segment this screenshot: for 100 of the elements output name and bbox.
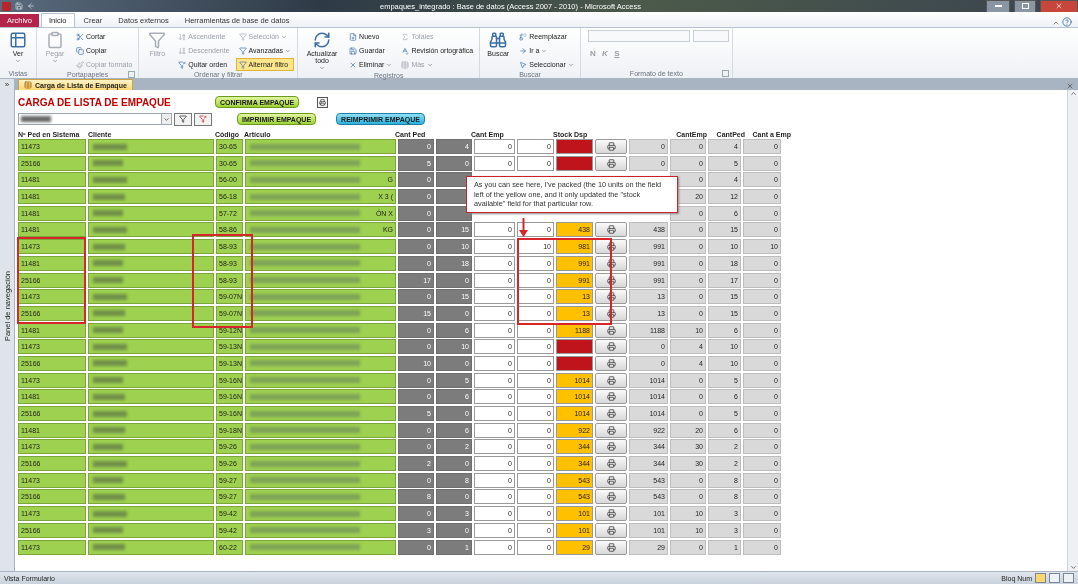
funnel-cross-icon (199, 115, 207, 123)
row-action-button[interactable] (595, 372, 627, 388)
blurred-text (93, 260, 123, 267)
blurred-text (93, 193, 125, 200)
design-view-icon[interactable] (1063, 573, 1074, 583)
printer-icon (606, 358, 616, 368)
printer-icon (606, 258, 616, 268)
printer-icon (606, 342, 616, 352)
blurred-text (93, 410, 127, 417)
printer-icon (606, 375, 616, 385)
printer-icon (606, 509, 616, 519)
row-action-button[interactable] (595, 139, 627, 154)
printer-icon (606, 475, 616, 485)
printer-icon (606, 442, 616, 452)
blurred-text (93, 477, 123, 484)
printer-icon (606, 142, 616, 151)
caret-icon (541, 47, 548, 54)
collapse-ribbon-icon[interactable] (1052, 19, 1060, 27)
funnel-icon (148, 31, 167, 49)
blurred-text (93, 377, 123, 384)
row-action-button[interactable] (595, 339, 627, 355)
row-action-button[interactable] (595, 355, 627, 371)
minimize-button[interactable] (986, 0, 1010, 13)
caret-icon (567, 61, 574, 68)
row-action-button[interactable] (595, 305, 627, 321)
help-icon[interactable] (1062, 17, 1072, 27)
maximize-button[interactable] (1014, 0, 1036, 13)
sigma-icon (401, 32, 410, 41)
row-action-button[interactable] (595, 255, 627, 271)
printer-icon (606, 308, 616, 318)
row-action-button[interactable] (595, 472, 627, 488)
blurred-text (93, 343, 127, 350)
scroll-down-icon[interactable] (1069, 564, 1077, 571)
row-action-button[interactable] (595, 272, 627, 288)
scroll-up-icon[interactable] (1069, 90, 1077, 97)
printer-icon (319, 98, 327, 106)
callout-arrow (519, 218, 528, 237)
blurred-text (93, 293, 127, 300)
row-action-button[interactable] (595, 522, 627, 538)
caret-icon (426, 61, 433, 68)
row-action-button[interactable] (595, 389, 627, 405)
expand-pane-button[interactable]: » (0, 79, 14, 90)
datasheet-view-icon[interactable] (1049, 573, 1060, 583)
binoculars-icon (489, 31, 508, 49)
filter-button[interactable] (174, 112, 192, 126)
clipboard-icon (46, 31, 64, 49)
refresh-icon (313, 31, 332, 49)
row-action-button[interactable] (595, 322, 627, 338)
row-action-button[interactable] (595, 406, 627, 421)
filter-combo-box[interactable] (18, 113, 172, 125)
arrow-right-icon (519, 46, 528, 55)
undo-icon[interactable] (27, 2, 35, 10)
caret-icon (386, 61, 393, 68)
funnel-cross-icon (178, 60, 187, 69)
row-action-button[interactable] (595, 289, 627, 305)
row-action-button[interactable] (595, 439, 627, 455)
row-action-button[interactable] (595, 489, 627, 505)
row-action-button[interactable] (595, 222, 627, 238)
clear-filter-button[interactable] (194, 112, 212, 126)
printer-icon (606, 225, 616, 235)
save-icon[interactable] (15, 2, 23, 10)
row-action-button[interactable] (595, 539, 627, 555)
close-button[interactable] (1040, 0, 1078, 13)
form-button[interactable] (317, 96, 329, 108)
font-name-field[interactable] (587, 30, 690, 42)
row-action-button[interactable] (595, 422, 627, 438)
row-action-button[interactable] (595, 506, 627, 522)
blurred-text (93, 327, 123, 334)
close-icon[interactable] (1066, 82, 1074, 90)
printer-icon (606, 542, 616, 552)
caret-icon (319, 65, 326, 71)
form-view-icon[interactable] (1035, 573, 1046, 583)
row-action-button[interactable] (595, 155, 627, 171)
pointer-icon (519, 60, 528, 69)
printer-icon (606, 425, 616, 435)
form-title: CARGA DE LISTA DE EMPAQUE (18, 96, 172, 108)
caret-icon (15, 58, 21, 64)
printer-icon (606, 392, 616, 402)
row-action-button[interactable] (595, 456, 627, 472)
blurred-text (93, 427, 125, 434)
form-icon (24, 81, 32, 89)
caret-icon (52, 58, 58, 64)
quantity-cell (436, 205, 472, 221)
blurred-text (93, 226, 127, 233)
blurred-text (93, 460, 127, 467)
font-size-field[interactable] (692, 30, 729, 42)
printer-icon (606, 275, 616, 285)
funnel-icon (238, 32, 247, 41)
delete-icon (349, 60, 358, 69)
funnel-icon (179, 115, 187, 123)
caret-icon (163, 115, 170, 123)
close-icon (1055, 2, 1063, 10)
blurred-text (93, 310, 125, 317)
maximize-icon (1021, 3, 1029, 9)
sort-descending-icon (178, 46, 187, 55)
printer-icon (606, 158, 616, 168)
table-icon (401, 60, 410, 69)
spellcheck-icon (401, 46, 410, 55)
scrollbar[interactable] (1067, 90, 1078, 571)
printer-icon (606, 325, 616, 335)
